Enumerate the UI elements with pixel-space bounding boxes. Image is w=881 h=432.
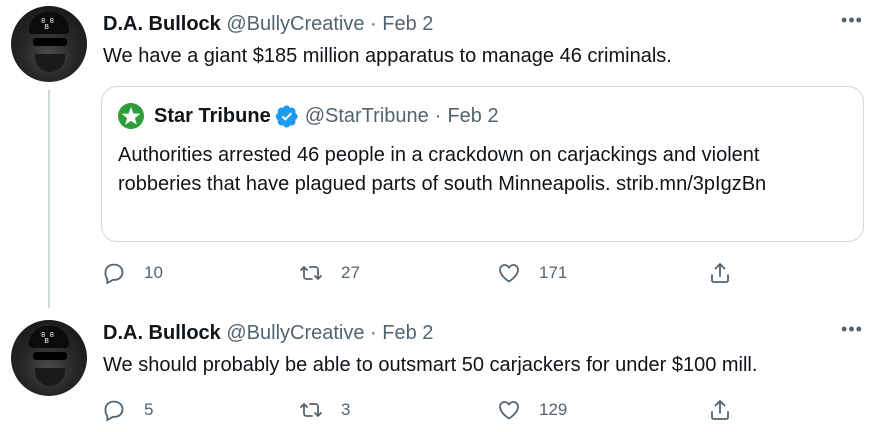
tweet[interactable]: 8 8 B D.A. Bullock @BullyCreative · Feb …: [0, 0, 881, 318]
retweet-count: 3: [341, 400, 351, 419]
beard-graphic: [35, 54, 65, 72]
display-name[interactable]: D.A. Bullock: [103, 322, 221, 344]
reply-count: 10: [144, 263, 163, 282]
heart-icon: [499, 264, 519, 283]
separator-dot: ·: [370, 13, 377, 35]
tweet-header: D.A. Bullock @BullyCreative · Feb 2: [103, 320, 433, 346]
tweet-text: We should probably be able to outsmart 5…: [103, 354, 758, 376]
tweet[interactable]: 8 8 B D.A. Bullock @BullyCreative · Feb …: [0, 318, 881, 432]
retweet-count: 27: [341, 263, 360, 282]
heart-icon: [499, 401, 519, 420]
like-count: 171: [539, 263, 568, 282]
beard-graphic: [35, 368, 65, 386]
reply-button[interactable]: 5: [102, 395, 153, 425]
share-button[interactable]: [708, 395, 732, 425]
reply-count: 5: [144, 400, 154, 419]
quote-display-name[interactable]: Star Tribune: [154, 103, 271, 129]
glasses-graphic: [33, 352, 67, 360]
reply-icon: [104, 400, 124, 422]
tweet-text: We have a giant $185 million apparatus t…: [103, 45, 672, 67]
glasses-graphic: [33, 38, 67, 46]
avatar[interactable]: 8 8 B: [11, 320, 87, 396]
action-bar: 10 27 171: [102, 258, 862, 288]
like-count: 129: [539, 400, 568, 419]
display-name[interactable]: D.A. Bullock: [103, 13, 221, 35]
retweet-button[interactable]: 27: [299, 258, 360, 288]
retweet-button[interactable]: 3: [299, 395, 350, 425]
quote-header: Star Tribune @StarTribune · Feb 2: [118, 103, 499, 129]
share-button[interactable]: [708, 258, 732, 288]
separator-dot: ·: [370, 322, 377, 344]
quote-handle[interactable]: @StarTribune: [305, 103, 429, 129]
handle[interactable]: @BullyCreative: [226, 322, 364, 344]
reply-icon: [104, 263, 124, 285]
like-button[interactable]: 129: [497, 395, 567, 425]
tweet-header: D.A. Bullock @BullyCreative · Feb 2: [103, 11, 433, 37]
retweet-icon: [300, 266, 322, 280]
separator-dot: ·: [434, 105, 442, 127]
star-tribune-logo-icon[interactable]: [118, 103, 144, 129]
tweet-date[interactable]: Feb 2: [382, 13, 433, 35]
retweet-icon: [300, 403, 322, 417]
quote-date[interactable]: Feb 2: [447, 103, 498, 129]
avatar[interactable]: 8 8 B: [11, 6, 87, 82]
more-icon[interactable]: •••: [837, 319, 867, 345]
thread-line: [48, 90, 50, 308]
verified-icon: [275, 105, 298, 128]
like-button[interactable]: 171: [497, 258, 567, 288]
quote-tweet[interactable]: Star Tribune @StarTribune · Feb 2 Author…: [101, 86, 864, 242]
avatar-cap-text: 8 8 B: [41, 17, 56, 31]
more-icon[interactable]: •••: [837, 10, 867, 36]
share-icon: [711, 263, 729, 283]
avatar-cap-text: 8 8 B: [41, 331, 56, 345]
quote-text: Authorities arrested 46 people in a crac…: [118, 144, 767, 195]
handle[interactable]: @BullyCreative: [226, 13, 364, 35]
tweet-date[interactable]: Feb 2: [382, 322, 433, 344]
action-bar: 5 3 129: [102, 395, 862, 425]
reply-button[interactable]: 10: [102, 258, 163, 288]
share-icon: [711, 400, 729, 420]
